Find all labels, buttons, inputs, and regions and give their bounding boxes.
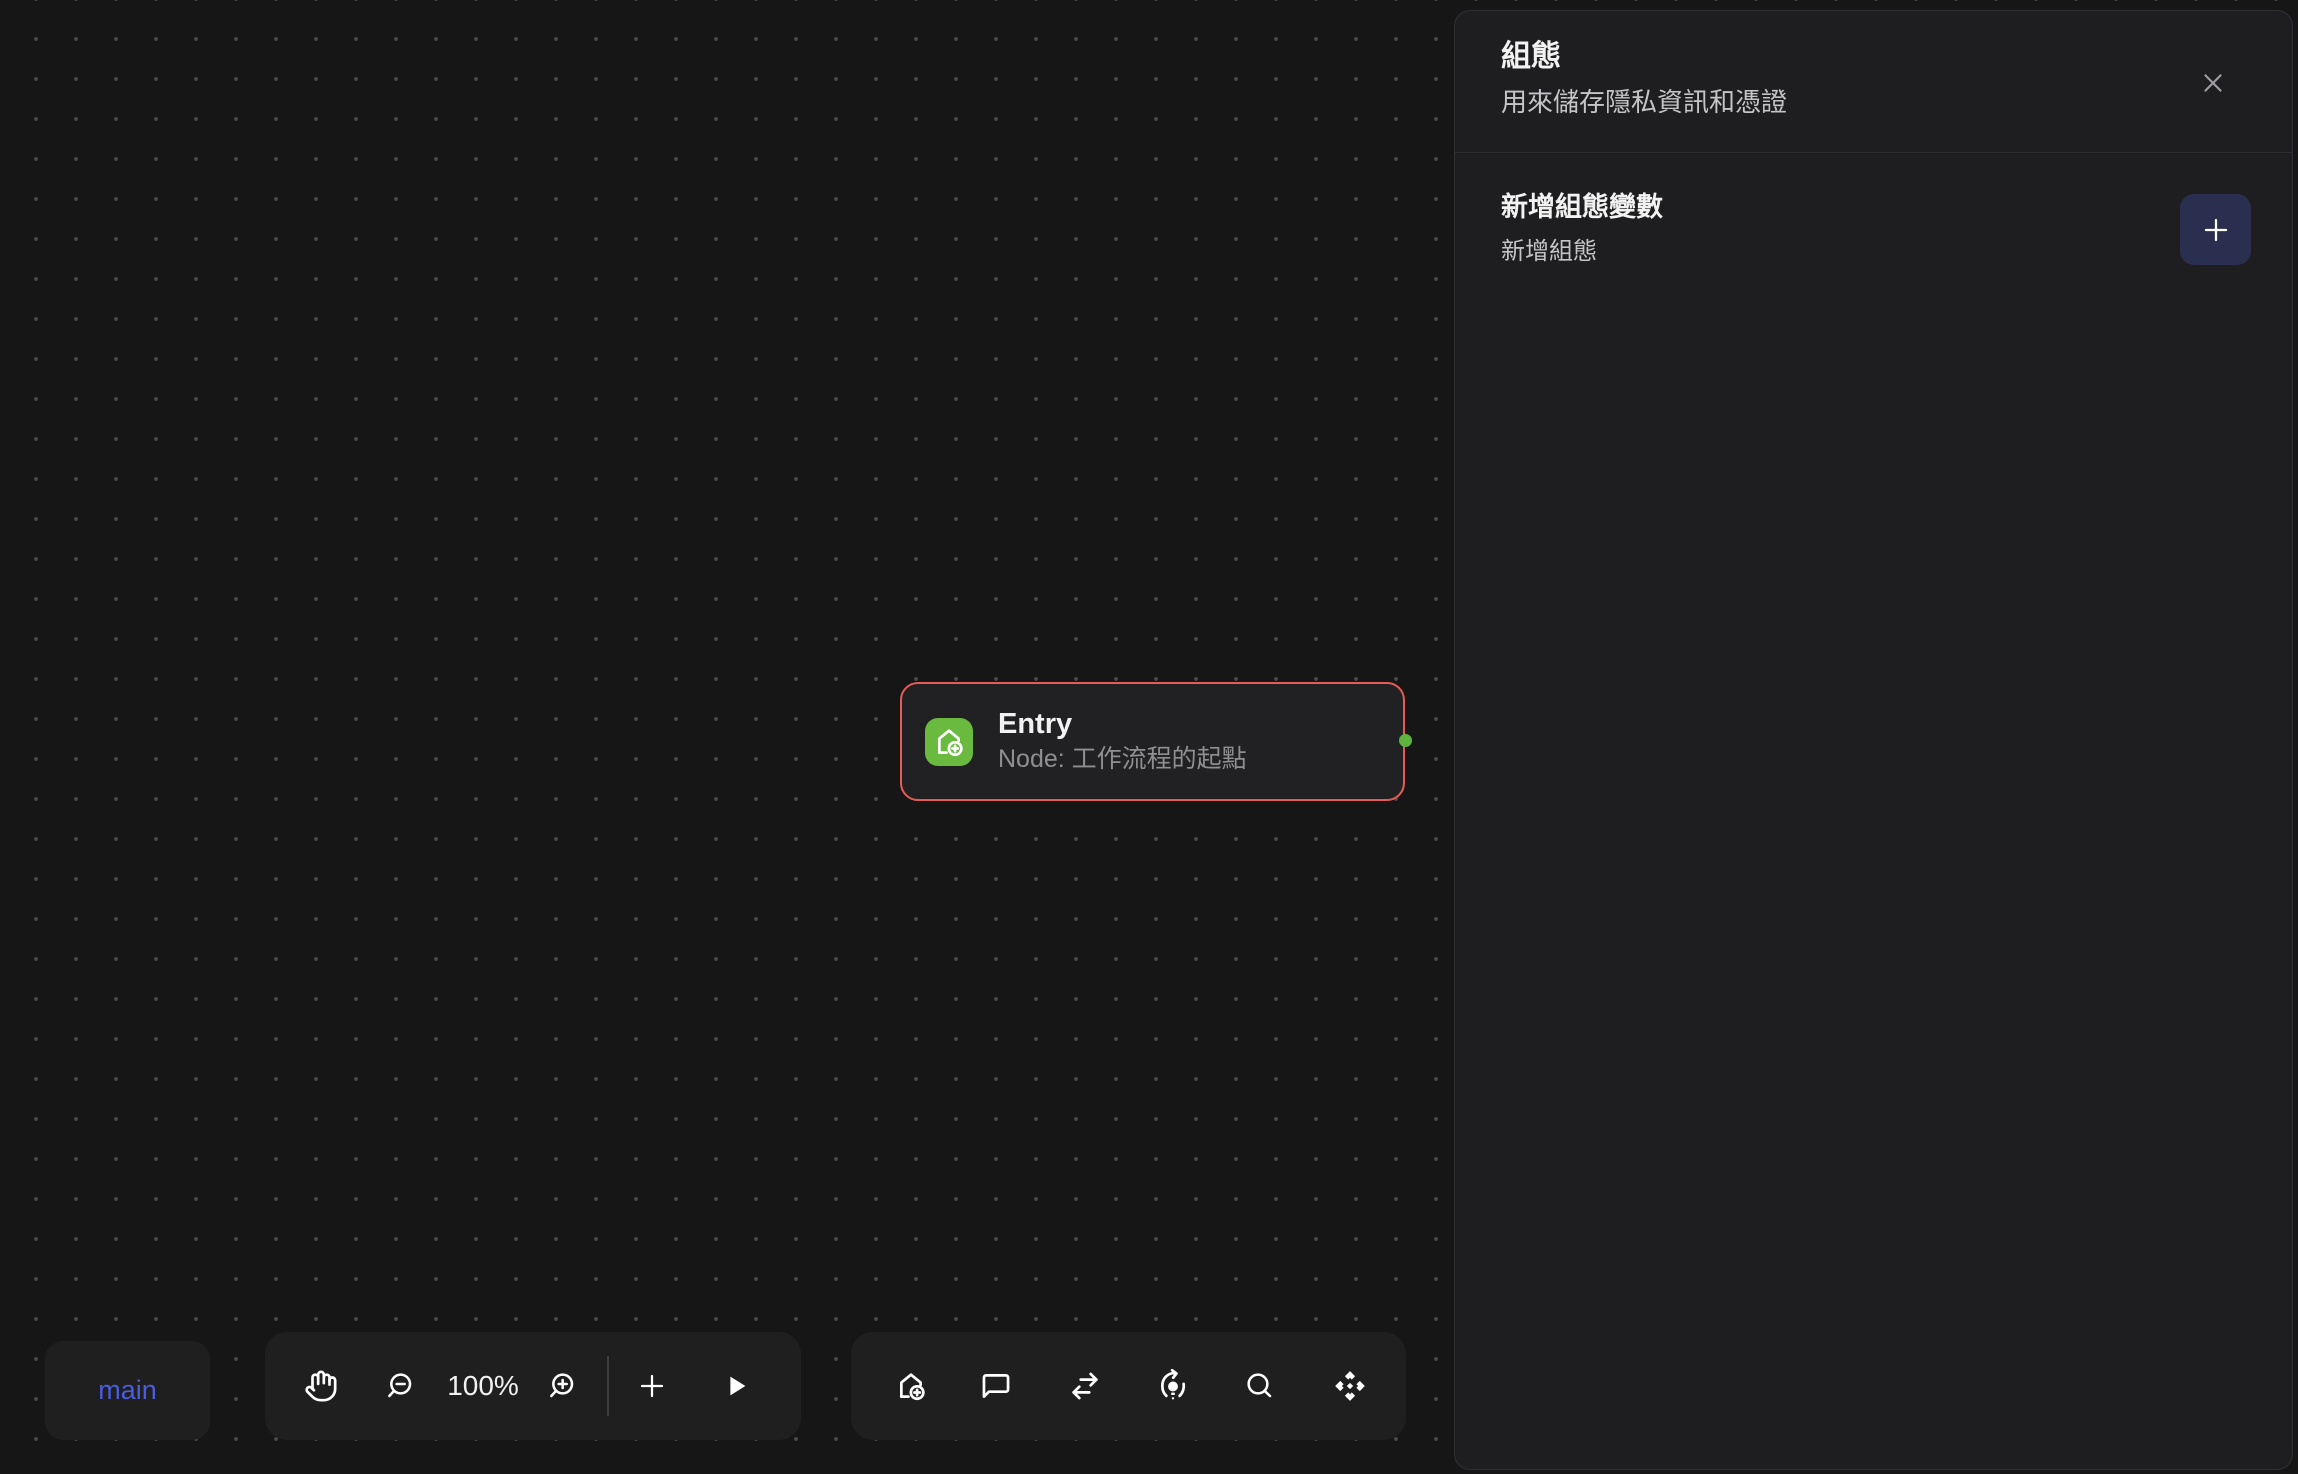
zoom-level-label: 100% xyxy=(447,1370,519,1402)
auto-arrange-bulb-icon xyxy=(1155,1368,1191,1404)
zoom-out-button[interactable] xyxy=(376,1362,424,1410)
entry-node-output-handle[interactable] xyxy=(1399,734,1412,747)
entry-node-title: Entry xyxy=(998,709,1247,741)
house-plus-icon xyxy=(932,725,966,759)
toolbar-divider xyxy=(607,1356,609,1416)
branch-selector-button[interactable]: main xyxy=(45,1341,210,1440)
run-button[interactable] xyxy=(712,1362,760,1410)
auto-arrange-button[interactable] xyxy=(1149,1362,1197,1410)
branch-label: main xyxy=(98,1375,157,1406)
hand-pan-button[interactable] xyxy=(297,1362,345,1410)
add-config-subtitle: 新增組態 xyxy=(1501,238,2246,267)
add-config-section: 新增組態變數 新增組態 xyxy=(1455,153,2292,267)
comment-bubble-icon xyxy=(979,1369,1013,1403)
plus-icon xyxy=(2200,214,2232,246)
config-panel-title: 組態 xyxy=(1501,38,2246,76)
view-toolbar: 100% xyxy=(265,1332,801,1440)
hand-pan-icon xyxy=(304,1369,338,1403)
config-panel-subtitle: 用來儲存隱私資訊和憑證 xyxy=(1501,87,2246,118)
minimap-button[interactable] xyxy=(1326,1362,1374,1410)
add-button[interactable] xyxy=(628,1362,676,1410)
swap-connections-button[interactable] xyxy=(1061,1362,1109,1410)
add-config-button[interactable] xyxy=(2180,194,2251,265)
comment-button[interactable] xyxy=(972,1362,1020,1410)
add-node-button[interactable] xyxy=(887,1362,935,1410)
swap-arrows-icon xyxy=(1068,1369,1102,1403)
minimap-diamonds-icon xyxy=(1332,1368,1368,1404)
plus-icon xyxy=(636,1370,668,1402)
close-icon xyxy=(2200,70,2226,96)
house-plus-icon xyxy=(894,1369,928,1403)
zoom-out-icon xyxy=(384,1370,416,1402)
zoom-in-button[interactable] xyxy=(538,1362,586,1410)
config-panel: 組態 用來儲存隱私資訊和憑證 新增組態變數 新增組態 xyxy=(1454,10,2293,1470)
zoom-in-icon xyxy=(546,1370,578,1402)
play-icon xyxy=(721,1371,751,1401)
close-panel-button[interactable] xyxy=(2192,62,2234,104)
entry-node-icon-badge xyxy=(925,718,973,766)
entry-node-subtitle: Node: 工作流程的起點 xyxy=(998,746,1247,774)
config-panel-header: 組態 用來儲存隱私資訊和憑證 xyxy=(1455,11,2292,153)
search-icon xyxy=(1244,1370,1276,1402)
action-toolbar xyxy=(851,1332,1406,1440)
search-button[interactable] xyxy=(1236,1362,1284,1410)
entry-node[interactable]: Entry Node: 工作流程的起點 xyxy=(900,682,1405,801)
add-config-title: 新增組態變數 xyxy=(1501,191,2246,223)
